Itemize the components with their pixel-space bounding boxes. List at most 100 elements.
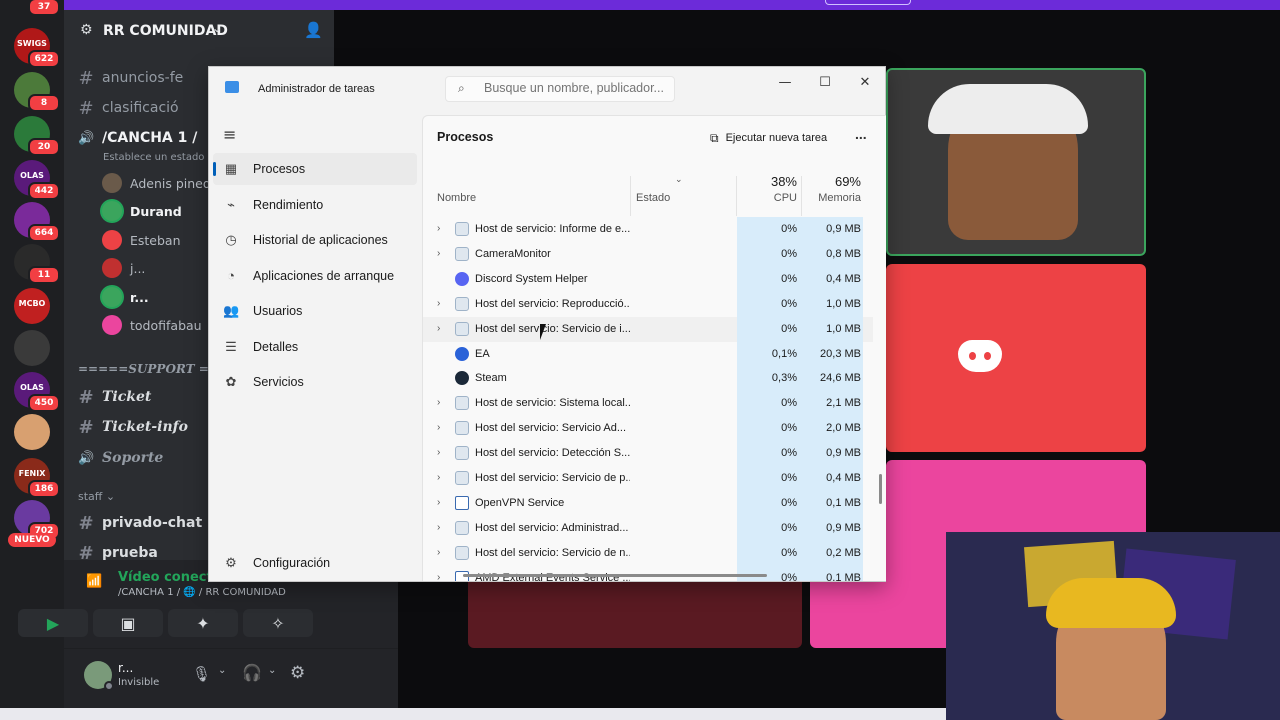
table-row[interactable]: › Host del servicio: Servicio de n... 0% 0,…: [423, 540, 873, 566]
table-row[interactable]: › Host del servicio: Detección S... 0% 0,9 …: [423, 441, 873, 467]
chevron-right-icon[interactable]: ›: [437, 323, 440, 334]
chevron-right-icon[interactable]: ›: [437, 397, 440, 408]
top-bar-button[interactable]: [825, 0, 911, 5]
table-row[interactable]: › Host de servicio: Informe de e... 0% 0,9 …: [423, 217, 873, 242]
chevron-right-icon[interactable]: ›: [437, 572, 440, 581]
vertical-scrollbar[interactable]: [879, 474, 882, 504]
minimize-button[interactable]: —: [765, 71, 805, 95]
gear-icon[interactable]: ⚙: [290, 663, 305, 683]
voice-user[interactable]: r...: [102, 285, 149, 309]
voice-user[interactable]: todofifabau: [102, 313, 202, 337]
gear-icon: [455, 471, 469, 485]
add-user-icon[interactable]: 👤: [304, 21, 323, 39]
chevron-right-icon[interactable]: ›: [437, 522, 440, 533]
close-button[interactable]: ✕: [845, 71, 885, 95]
chevron-right-icon[interactable]: ›: [437, 447, 440, 458]
table-row[interactable]: Steam 0,3% 24,6 MB: [423, 366, 873, 392]
horizontal-scrollbar[interactable]: [463, 574, 767, 577]
nav-servicios[interactable]: ✿ Servicios: [213, 366, 417, 398]
activities-button[interactable]: ✦: [168, 609, 238, 637]
headphones-icon[interactable]: 🎧: [242, 663, 262, 682]
nav-label: Configuración: [253, 556, 331, 570]
search-box[interactable]: ⌕: [445, 76, 675, 102]
nav-aplicaciones-de-arranque[interactable]: ◔ Aplicaciones de arranque: [213, 260, 417, 292]
channel-item[interactable]: 🔊 Soporte: [78, 446, 163, 470]
server-badge: 450: [28, 394, 60, 412]
nav-configuracion[interactable]: ⚙ Configuración: [213, 547, 417, 579]
table-row[interactable]: › Host del servicio: Servicio de i... 0% 1,…: [423, 316, 873, 342]
channel-item[interactable]: 🔊 /CANCHA 1 /: [78, 126, 197, 150]
chevron-down-icon[interactable]: ⌄: [218, 665, 226, 676]
speaker-icon: 🔊: [78, 130, 95, 146]
nav-detalles[interactable]: ☰ Detalles: [213, 331, 417, 363]
microphone-icon[interactable]: 🎙: [192, 665, 211, 683]
user-name[interactable]: r...: [118, 661, 133, 675]
soundboard-button[interactable]: ✧: [243, 609, 313, 637]
more-options-icon[interactable]: ...: [855, 126, 867, 142]
voice-user[interactable]: Durand: [102, 199, 182, 223]
camera-button[interactable]: ▶: [18, 609, 88, 637]
channel-item[interactable]: # privado-chat: [78, 511, 202, 535]
process-cpu: 0,3%: [771, 372, 797, 385]
server-label: FENIX: [18, 469, 46, 478]
chevron-right-icon[interactable]: ›: [437, 422, 440, 433]
hamburger-menu-icon[interactable]: ≡: [223, 125, 236, 144]
video-tile-discord[interactable]: [886, 264, 1146, 452]
server-icon[interactable]: MCBO: [14, 288, 50, 324]
nav-historial-de-aplicaciones[interactable]: ◷ Historial de aplicaciones: [213, 224, 417, 256]
process-name: Host del servicio: Servicio Ad...: [475, 422, 627, 435]
process-memory: 0,9 MB: [826, 521, 861, 534]
chevron-right-icon[interactable]: ›: [437, 472, 440, 483]
window-title: Administrador de tareas: [258, 83, 375, 95]
server-icon[interactable]: [14, 330, 50, 366]
channel-item[interactable]: # Ticket: [78, 385, 151, 409]
rtc-channel[interactable]: /CANCHA 1 / 🌐 / RR COMUNIDAD: [118, 587, 286, 598]
nav-rendimiento[interactable]: ⌁ Rendimiento: [213, 189, 417, 221]
table-row[interactable]: › Host del servicio: Servicio Ad... 0% 2,0 …: [423, 416, 873, 442]
table-row[interactable]: Discord System Helper 0% 0,4 MB: [423, 266, 873, 292]
nav-usuarios[interactable]: 👥 Usuarios: [213, 295, 417, 327]
server-label: SWIGS: [17, 39, 47, 48]
column-name[interactable]: Nombre: [437, 192, 476, 204]
process-memory: 20,3 MB: [820, 347, 861, 360]
video-tile-webcam[interactable]: [886, 68, 1146, 256]
column-cpu[interactable]: CPU: [741, 192, 797, 204]
process-cpu: 0%: [781, 247, 797, 260]
chevron-right-icon[interactable]: ›: [437, 547, 440, 558]
task-manager-icon: [225, 81, 239, 93]
voice-user[interactable]: j...: [102, 256, 145, 280]
chevron-right-icon[interactable]: ›: [437, 497, 440, 508]
gear-icon: [455, 222, 469, 236]
voice-user[interactable]: Esteban: [102, 228, 181, 252]
server-icon[interactable]: [14, 414, 50, 450]
gear-icon: [455, 421, 469, 436]
run-new-task-button[interactable]: ⧉ Ejecutar nueva tarea: [710, 126, 827, 150]
gear-icon: [455, 321, 469, 336]
channel-item[interactable]: # clasificació: [78, 96, 178, 120]
nav-procesos[interactable]: ▦ Procesos: [213, 153, 417, 185]
table-row[interactable]: › Host del servicio: Reproducció... 0% 1,0 …: [423, 291, 873, 317]
screen-share-button[interactable]: ▣: [93, 609, 163, 637]
chevron-right-icon[interactable]: ›: [437, 248, 440, 259]
voice-user[interactable]: Adenis pineda: [102, 171, 218, 195]
table-row[interactable]: › Host de servicio: Sistema local... 0% 2,1…: [423, 391, 873, 417]
chevron-right-icon[interactable]: ›: [437, 223, 440, 234]
table-row[interactable]: › CameraMonitor 0% 0,8 MB: [423, 241, 873, 267]
category-support[interactable]: =====SUPPORT ==: [78, 362, 219, 376]
process-memory: 0,1 MB: [826, 496, 861, 509]
process-cpu: 0%: [781, 447, 797, 460]
table-row[interactable]: › Host del servicio: Administrad... 0% 0,9 …: [423, 515, 873, 541]
channel-item[interactable]: # anuncios-fe: [78, 66, 183, 90]
search-input[interactable]: [484, 81, 670, 95]
channel-item[interactable]: # Ticket-info: [78, 415, 188, 439]
category-staff[interactable]: staff ⌄: [78, 490, 115, 503]
server-header[interactable]: ⚙ RR COMUNIDAD ⌄ 👤: [64, 14, 334, 50]
maximize-button[interactable]: ☐: [805, 71, 845, 95]
table-row[interactable]: EA 0,1% 20,3 MB: [423, 341, 873, 367]
column-status[interactable]: Estado: [636, 192, 670, 204]
column-memory[interactable]: Memoria: [803, 192, 861, 204]
chevron-right-icon[interactable]: ›: [437, 298, 440, 309]
chevron-down-icon[interactable]: ⌄: [268, 665, 276, 676]
table-row[interactable]: › OpenVPN Service 0% 0,1 MB: [423, 490, 873, 516]
table-row[interactable]: › Host del servicio: Servicio de p... 0% 0,…: [423, 466, 873, 491]
